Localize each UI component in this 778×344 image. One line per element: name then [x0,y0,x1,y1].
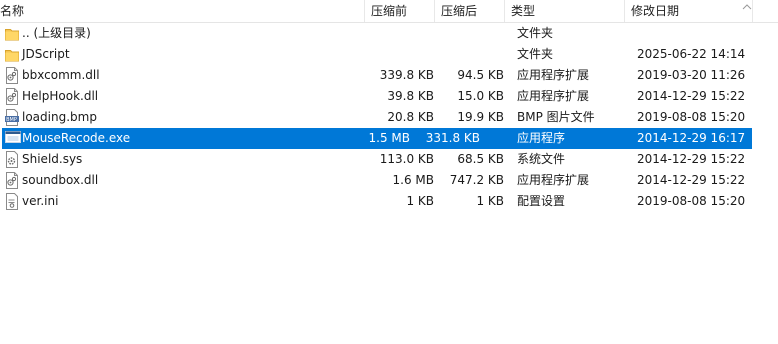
file-row[interactable]: .. (上级目录) 文件夹 [0,23,778,44]
file-modified-date: 2025-06-22 14:14 [637,47,746,61]
file-type: 应用程序扩展 [517,68,590,82]
file-original-size: 19.9 KB [457,110,504,124]
column-header-type[interactable]: 类型 [511,3,535,19]
dll-file-icon [5,172,19,193]
file-name: loading.bmp [22,110,97,124]
file-modified-date: 2014-12-29 16:17 [637,131,746,145]
column-divider[interactable] [504,0,505,22]
file-type: 应用程序扩展 [517,173,590,187]
column-header-name[interactable]: 名称 [0,3,24,19]
file-rows: .. (上级目录) 文件夹 JDScript 文件夹 2025-06-22 14:14 b… [0,23,778,212]
file-compressed-size: 113.0 KB [379,152,434,166]
folder-icon [5,25,19,46]
file-original-size: 15.0 KB [457,89,504,103]
file-type: 配置设置 [517,194,566,208]
file-row[interactable]: MouseRecode.exe 1.5 MB 331.8 KB 应用程序 2014-12… [2,128,752,149]
file-name: bbxcomm.dll [22,68,100,82]
column-header-modified[interactable]: 修改日期 [631,3,679,19]
file-original-size: 747.2 KB [449,173,504,187]
file-type: 文件夹 [517,26,554,40]
column-header-row: 名称 压缩前 压缩后 类型 修改日期 [0,0,778,23]
column-divider[interactable] [752,0,753,22]
file-original-size: 1 KB [476,194,504,208]
file-name: JDScript [22,47,70,61]
column-divider[interactable] [434,0,435,22]
file-type: 文件夹 [517,47,554,61]
column-header-original-size[interactable]: 压缩后 [441,3,477,19]
file-row[interactable]: soundbox.dll 1.6 MB 747.2 KB 应用程序扩展 2014-12-… [0,170,778,191]
file-row[interactable]: JDScript 文件夹 2025-06-22 14:14 [0,44,778,65]
file-name: Shield.sys [22,152,83,166]
column-divider[interactable] [364,0,365,22]
file-name: HelpHook.dll [22,89,99,103]
file-row[interactable]: Shield.sys 113.0 KB 68.5 KB 系统文件 2014-12-29 … [0,149,778,170]
file-modified-date: 2019-08-08 15:20 [637,194,746,208]
folder-icon [5,46,19,67]
file-row[interactable]: HelpHook.dll 39.8 KB 15.0 KB 应用程序扩展 2014-12-… [0,86,778,107]
file-modified-date: 2014-12-29 15:22 [637,173,746,187]
column-divider[interactable] [624,0,625,22]
bmp-file-icon: BMP [5,109,19,130]
file-modified-date: 2014-12-29 15:22 [637,89,746,103]
file-type: 系统文件 [517,152,566,166]
file-type: 应用程序扩展 [517,89,590,103]
file-type: BMP 图片文件 [517,110,595,124]
file-name: ver.ini [22,194,59,208]
file-modified-date: 2014-12-29 15:22 [637,152,746,166]
file-row[interactable]: ver.ini 1 KB 1 KB 配置设置 2019-08-08 15:20 [0,191,778,212]
column-header-compressed-size[interactable]: 压缩前 [371,3,407,19]
file-modified-date: 2019-03-20 11:26 [637,68,746,82]
ini-file-icon [5,193,19,214]
file-original-size: 331.8 KB [425,131,480,145]
file-compressed-size: 39.8 KB [387,89,434,103]
file-name: soundbox.dll [22,173,99,187]
file-compressed-size: 1.6 MB [392,173,434,187]
file-row[interactable]: bbxcomm.dll 339.8 KB 94.5 KB 应用程序扩展 2019-03-… [0,65,778,86]
chevron-up-icon[interactable] [742,2,752,12]
dll-file-icon [5,67,19,88]
file-row[interactable]: BMP loading.bmp 20.8 KB 19.9 KB BMP 图片文件 2019… [0,107,778,128]
archive-file-list: 名称 压缩前 压缩后 类型 修改日期 .. (上级目录) 文件夹 JDScript 文… [0,0,778,344]
svg-text:BMP: BMP [6,117,17,123]
file-original-size: 68.5 KB [457,152,504,166]
exe-file-icon [5,130,21,151]
file-type: 应用程序 [517,131,566,145]
file-original-size: 94.5 KB [457,68,504,82]
file-modified-date: 2019-08-08 15:20 [637,110,746,124]
file-name: .. (上级目录) [22,26,91,40]
sys-file-icon [5,151,19,172]
file-compressed-size: 20.8 KB [387,110,434,124]
file-name: MouseRecode.exe [22,131,131,145]
file-compressed-size: 1.5 MB [368,131,410,145]
file-compressed-size: 1 KB [406,194,434,208]
file-compressed-size: 339.8 KB [379,68,434,82]
dll-file-icon [5,88,19,109]
